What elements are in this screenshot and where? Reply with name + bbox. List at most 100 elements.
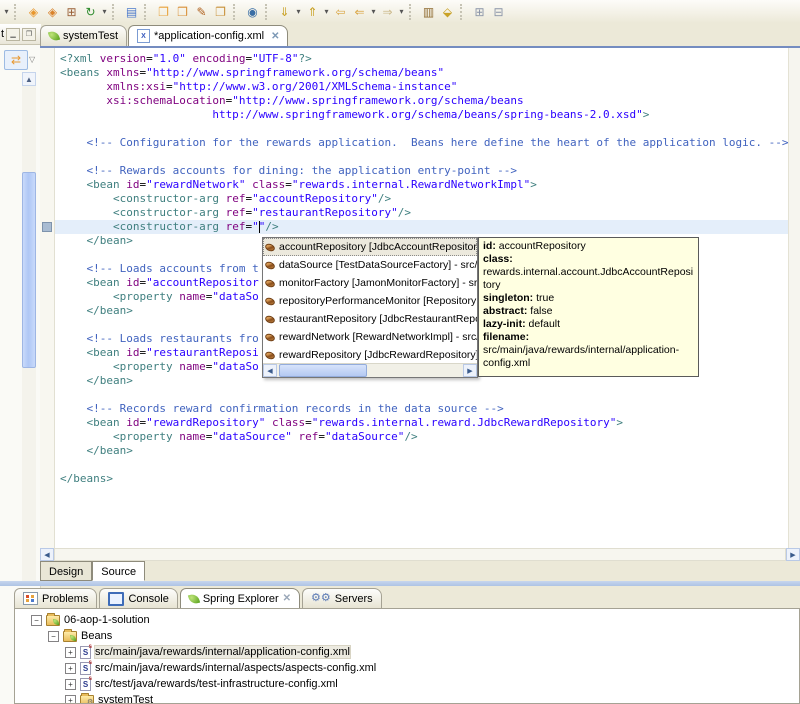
tree-item-label[interactable]: 06-aop-1-solution <box>64 614 150 626</box>
main-toolbar: ▾ ◈ ◈ ⊞ ↻ ▾ ▤ ❐ ❒ ✎ ❐ ◉ ⇓ ▾ ⇑ ▾ ⇦ ⇐ ▾ ⇒ ▾ ▥ ⬙ ⊞ ⊟ <box>0 0 800 23</box>
design-source-tabbar: Design Source <box>40 561 800 581</box>
bean-icon <box>264 259 276 271</box>
left-view-scrollbar[interactable]: ▲ <box>22 72 36 584</box>
editor-horizontal-scrollbar[interactable]: ◀ ▶ <box>40 548 800 561</box>
toolbar-overflow-caret[interactable]: ▾ <box>2 3 11 21</box>
expand-all-icon[interactable]: ⊞ <box>470 3 489 21</box>
page-tab-source[interactable]: Source <box>92 561 146 581</box>
hscroll-left-icon[interactable]: ◀ <box>40 548 54 561</box>
jar-icon[interactable]: ▥ <box>419 3 438 21</box>
open-folder-icon[interactable]: ❐ <box>211 3 230 21</box>
tooltip-field: lazy-init: default <box>483 318 694 331</box>
popup-hscroll-thumb[interactable] <box>279 364 367 377</box>
completion-item-label: restaurantRepository [JdbcRestaurantRepo… <box>279 313 477 325</box>
tree-row[interactable]: + Ss src/main/java/rewards/internal/aspect… <box>21 660 799 676</box>
tree-item-label[interactable]: systemTest <box>98 694 153 703</box>
tree-row[interactable]: − 06-aop-1-solution <box>21 612 799 628</box>
expand-icon[interactable]: + <box>65 694 76 703</box>
editor-tab--application-config-xml[interactable]: X *application-config.xml ✕ <box>128 25 289 46</box>
forward-icon[interactable]: ⇒ <box>378 3 397 21</box>
expand-icon[interactable]: + <box>65 678 76 690</box>
tree-item-label[interactable]: src/main/java/rewards/internal/applicati… <box>94 645 351 659</box>
completion-item[interactable]: rewardNetwork [RewardNetworkImpl] - src/… <box>263 328 477 346</box>
hscroll-right-icon[interactable]: ▶ <box>786 548 800 561</box>
spring-config-icon: Ss <box>80 644 92 659</box>
next-annotation-caret[interactable]: ▾ <box>294 3 303 21</box>
prev-annotation-icon[interactable]: ⇑ <box>303 3 322 21</box>
package-icon[interactable]: ⊞ <box>62 3 81 21</box>
completion-item[interactable]: rewardRepository [JdbcRewardRepository] … <box>263 346 477 364</box>
close-tab-icon[interactable]: ✕ <box>271 31 279 42</box>
bottom-tab-servers[interactable]: ⚙⚙ Servers <box>302 588 382 608</box>
open-type-icon[interactable]: ❒ <box>173 3 192 21</box>
back-icon[interactable]: ⇐ <box>350 3 369 21</box>
tree-item-label[interactable]: src/test/java/rewards/test-infrastructur… <box>95 678 338 690</box>
close-view-icon[interactable]: ✕ <box>283 593 291 604</box>
collapse-all-icon[interactable]: ⊟ <box>489 3 508 21</box>
editor-vertical-scrollbar[interactable] <box>788 48 800 548</box>
toolbar-separator <box>14 3 21 20</box>
bean-icon <box>264 295 276 307</box>
search-brush-icon[interactable]: ✎ <box>192 3 211 21</box>
xml-file-icon: X <box>137 29 151 43</box>
completion-item[interactable]: monitorFactory [JamonMonitorFactory] - s… <box>263 274 477 292</box>
next-annotation-icon[interactable]: ⇓ <box>275 3 294 21</box>
completion-item[interactable]: repositoryPerformanceMonitor [Repository… <box>263 292 477 310</box>
outline-view-icon[interactable]: ▤ <box>122 3 141 21</box>
web-browser-icon[interactable]: ◉ <box>243 3 262 21</box>
collapse-icon[interactable]: − <box>48 630 59 642</box>
minimize-view-button[interactable]: ▁ <box>6 27 21 41</box>
completion-item[interactable]: dataSource [TestDataSourceFactory] - src… <box>263 256 477 274</box>
tooltip-field-value: true <box>533 292 555 304</box>
bottom-tab-problems[interactable]: Problems <box>14 588 98 608</box>
xml-editor[interactable]: <?xml version="1.0" encoding="UTF-8"?> <b… <box>40 48 800 548</box>
code-line: <bean id="rewardRepository" class="rewar… <box>86 416 623 429</box>
expand-icon[interactable]: + <box>65 662 76 674</box>
tree-row[interactable]: + Ss src/main/java/rewards/internal/applic… <box>21 644 799 660</box>
annotation-ruler <box>40 48 55 548</box>
hscroll-thumb[interactable] <box>54 548 786 561</box>
popup-scroll-left-icon[interactable]: ◀ <box>263 364 277 377</box>
popup-scroll-right-icon[interactable]: ▶ <box>463 364 477 377</box>
tree-row[interactable]: + ⚙ systemTest <box>21 692 799 703</box>
last-edit-icon[interactable]: ⇦ <box>331 3 350 21</box>
tree-item-label[interactable]: Beans <box>81 630 112 642</box>
collapse-icon[interactable]: − <box>31 614 42 626</box>
tree-row[interactable]: + Ss src/test/java/rewards/test-infrastruc… <box>21 676 799 692</box>
back-caret[interactable]: ▾ <box>369 3 378 21</box>
tooltip-field-label: filename: <box>483 331 530 343</box>
open-resource-icon[interactable]: ❐ <box>154 3 173 21</box>
link-with-editor-icon[interactable]: ⇄ <box>4 50 28 70</box>
tree-item-label[interactable]: src/main/java/rewards/internal/aspects/a… <box>95 662 376 674</box>
completion-item[interactable]: restaurantRepository [JdbcRestaurantRepo… <box>263 310 477 328</box>
bottom-tab-spring-explorer[interactable]: Spring Explorer ✕ <box>179 588 301 608</box>
expand-icon[interactable]: + <box>65 646 76 658</box>
tag-icon[interactable]: ⬙ <box>438 3 457 21</box>
left-scrollbar-thumb[interactable] <box>22 172 36 368</box>
refresh-caret[interactable]: ▾ <box>100 3 109 21</box>
completion-item[interactable]: accountRepository [JdbcAccountRepository… <box>263 238 477 256</box>
prev-annotation-caret[interactable]: ▾ <box>322 3 331 21</box>
page-tab-design[interactable]: Design <box>40 561 93 581</box>
code-line: <property name="dataSource" ref="dataSou… <box>112 430 418 443</box>
spring-project-icon <box>46 612 60 626</box>
completion-item-label: monitorFactory [JamonMonitorFactory] - s… <box>279 277 477 289</box>
maximize-view-button[interactable]: ❐ <box>22 27 37 41</box>
code-line: <!-- Configuration for the rewards appli… <box>86 136 789 149</box>
bean-icon <box>264 349 276 361</box>
spring-config-icon: Ss <box>80 676 92 691</box>
scroll-up-icon[interactable]: ▲ <box>22 72 36 86</box>
new-wizard-icon[interactable]: ◈ <box>24 3 43 21</box>
completion-item-label: rewardRepository [JdbcRewardRepository] … <box>279 349 477 361</box>
panel-sash[interactable] <box>0 581 800 586</box>
popup-hscrollbar[interactable]: ◀ ▶ <box>263 363 477 377</box>
bottom-tab-console[interactable]: Console <box>99 588 178 608</box>
new-wizard-alt-icon[interactable]: ◈ <box>43 3 62 21</box>
tree-row[interactable]: − Beans <box>21 628 799 644</box>
forward-caret[interactable]: ▾ <box>397 3 406 21</box>
tooltip-field-label: abstract: <box>483 305 528 317</box>
editor-tab-systemtest[interactable]: systemTest <box>40 25 128 46</box>
view-menu-caret-icon[interactable]: ▽ <box>29 55 35 64</box>
refresh-icon[interactable]: ↻ <box>81 3 100 21</box>
